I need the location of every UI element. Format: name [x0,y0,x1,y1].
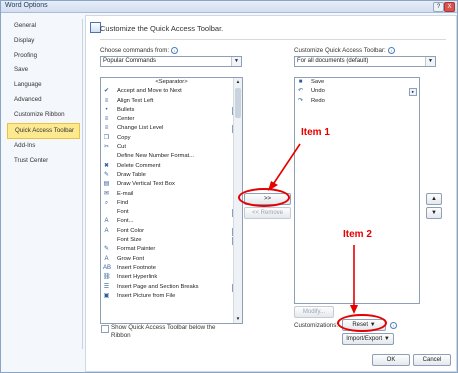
annotation-arrows [268,143,358,314]
annotation-item-2: Item 2 [343,229,372,240]
annotation-arrowhead-2 [350,305,358,314]
annotation-oval-reset [337,314,387,332]
annotation-arrow-1 [271,143,301,187]
annotation-arrowhead-1 [268,181,278,191]
